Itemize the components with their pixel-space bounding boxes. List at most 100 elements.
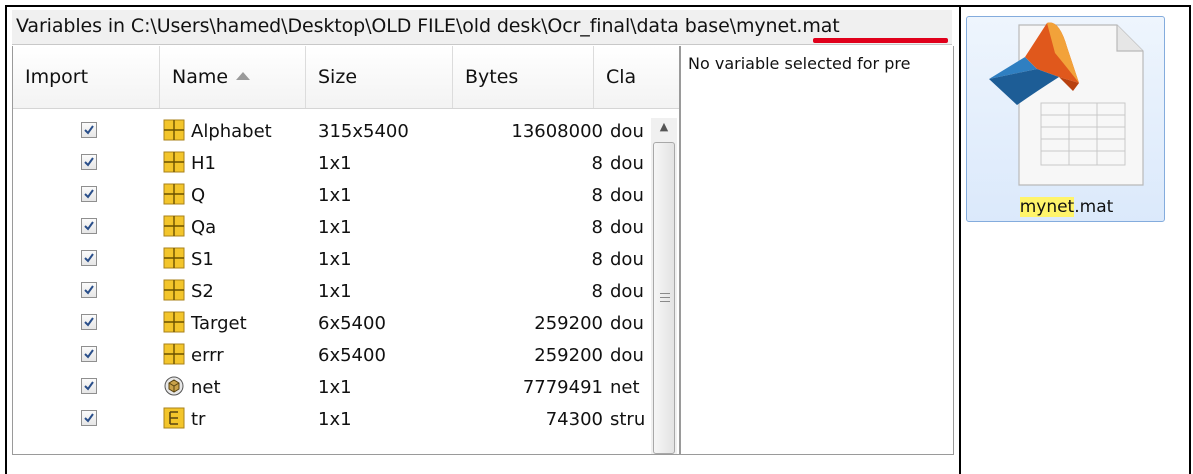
variable-bytes: 8: [591, 281, 603, 302]
variable-class: stru: [610, 409, 646, 430]
file-extension: .mat: [1074, 197, 1114, 217]
matrix-icon: [163, 311, 185, 333]
variable-class: dou: [610, 217, 644, 238]
checkmark-icon: [84, 157, 94, 167]
sort-ascending-icon: [236, 72, 251, 80]
checkmark-icon: [84, 381, 94, 391]
scroll-thumb[interactable]: [653, 142, 675, 454]
file-name-label: mynet.mat: [967, 197, 1166, 217]
table-row[interactable]: S2 1x1 8 dou: [13, 276, 679, 307]
import-checkbox[interactable]: [81, 314, 97, 330]
checkmark-icon: [84, 413, 94, 423]
file-name-highlight: mynet: [1019, 197, 1075, 217]
variables-list[interactable]: Import Name Size Bytes Cla Alphabet 315x5…: [12, 46, 680, 455]
struct-icon: [163, 407, 185, 429]
import-checkbox[interactable]: [81, 154, 97, 170]
variable-name: H1: [191, 153, 216, 174]
preview-pane: No variable selected for pre: [680, 46, 954, 455]
variable-name: Qa: [191, 217, 217, 238]
table-row[interactable]: Target 6x5400 259200 dou: [13, 308, 679, 339]
variable-bytes: 8: [591, 217, 603, 238]
matrix-icon: [163, 247, 185, 269]
column-size-label: Size: [318, 66, 358, 88]
variable-name: S1: [191, 249, 214, 270]
table-row[interactable]: Q 1x1 8 dou: [13, 180, 679, 211]
variable-class: dou: [610, 313, 644, 334]
grip-line: [660, 293, 670, 294]
import-checkbox[interactable]: [81, 122, 97, 138]
column-header-name[interactable]: Name: [160, 46, 306, 108]
matrix-icon: [163, 279, 185, 301]
import-checkbox[interactable]: [81, 186, 97, 202]
variable-bytes: 8: [591, 153, 603, 174]
column-class-label: Cla: [606, 66, 637, 88]
import-checkbox[interactable]: [81, 218, 97, 234]
table-row[interactable]: tr 1x1 74300 stru: [13, 404, 679, 435]
variable-size: 1x1: [318, 185, 352, 206]
import-checkbox[interactable]: [81, 250, 97, 266]
scroll-up-arrow-icon[interactable]: ▲: [651, 118, 677, 136]
variable-size: 1x1: [318, 409, 352, 430]
matrix-icon: [163, 119, 185, 141]
checkmark-icon: [84, 221, 94, 231]
column-bytes-label: Bytes: [465, 66, 519, 88]
matrix-icon: [163, 343, 185, 365]
variable-size: 6x5400: [318, 313, 386, 334]
variable-size: 1x1: [318, 377, 352, 398]
title-path: Variables in C:\Users\hamed\Desktop\OLD …: [16, 15, 840, 37]
variable-bytes: 7779491: [522, 377, 603, 398]
variable-size: 1x1: [318, 153, 352, 174]
import-checkbox[interactable]: [81, 378, 97, 394]
variable-name: Q: [191, 185, 206, 206]
grip-line: [660, 297, 670, 298]
import-checkbox[interactable]: [81, 410, 97, 426]
variable-bytes: 74300: [545, 409, 603, 430]
column-header-class[interactable]: Cla: [594, 46, 679, 108]
variable-size: 1x1: [318, 249, 352, 270]
variable-bytes: 8: [591, 249, 603, 270]
variable-name: tr: [191, 409, 206, 430]
variable-bytes: 259200: [534, 345, 603, 366]
column-import-label: Import: [25, 66, 89, 88]
variable-bytes: 13608000: [511, 121, 603, 142]
table-row[interactable]: Alphabet 315x5400 13608000 dou: [13, 116, 679, 147]
variable-bytes: 259200: [534, 313, 603, 334]
column-header-import[interactable]: Import: [13, 46, 160, 108]
grip-line: [660, 301, 670, 302]
preview-message: No variable selected for pre: [688, 54, 911, 73]
table-row[interactable]: errr 6x5400 259200 dou: [13, 340, 679, 371]
table-row[interactable]: net 1x1 7779491 net: [13, 372, 679, 403]
column-header-size[interactable]: Size: [306, 46, 453, 108]
variable-name: errr: [191, 345, 224, 366]
table-row[interactable]: H1 1x1 8 dou: [13, 148, 679, 179]
variable-size: 1x1: [318, 217, 352, 238]
title-prefix: Variables in C:\Users\hamed\Desktop\OLD …: [16, 15, 736, 37]
variable-name: Target: [191, 313, 247, 334]
matrix-icon: [163, 151, 185, 173]
checkmark-icon: [84, 253, 94, 263]
variable-name: Alphabet: [191, 121, 272, 142]
column-name-label: Name: [172, 66, 229, 88]
title-file: mynet.mat: [735, 15, 840, 37]
variable-size: 1x1: [318, 281, 352, 302]
checkmark-icon: [84, 125, 94, 135]
matlab-file-icon: [989, 22, 1144, 186]
variable-class: dou: [610, 281, 644, 302]
table-header: Import Name Size Bytes Cla: [13, 46, 679, 109]
import-checkbox[interactable]: [81, 346, 97, 362]
matrix-icon: [163, 215, 185, 237]
vertical-scrollbar[interactable]: ▲: [651, 118, 677, 454]
import-dialog-titlebar: Variables in C:\Users\hamed\Desktop\OLD …: [12, 10, 952, 45]
import-checkbox[interactable]: [81, 282, 97, 298]
variable-size: 6x5400: [318, 345, 386, 366]
variable-class: dou: [610, 121, 644, 142]
table-row[interactable]: S1 1x1 8 dou: [13, 244, 679, 275]
table-row[interactable]: Qa 1x1 8 dou: [13, 212, 679, 243]
object-icon: [163, 375, 185, 397]
column-header-bytes[interactable]: Bytes: [453, 46, 594, 108]
variable-class: dou: [610, 153, 644, 174]
mat-file-item[interactable]: mynet.mat: [966, 16, 1165, 222]
matrix-icon: [163, 183, 185, 205]
variable-bytes: 8: [591, 185, 603, 206]
checkmark-icon: [84, 189, 94, 199]
